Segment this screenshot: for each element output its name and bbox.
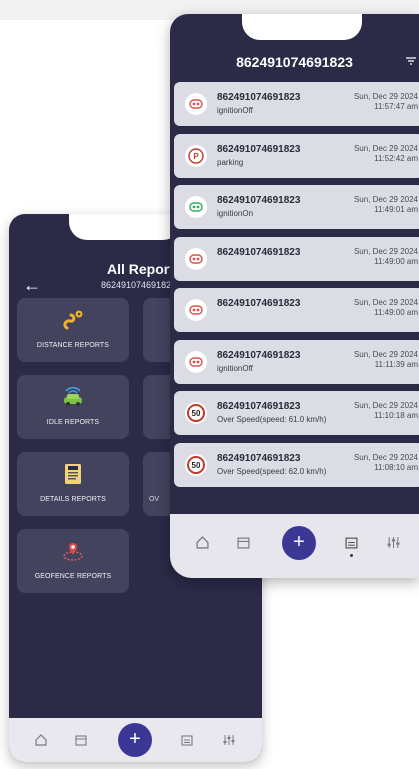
ignition-off-icon bbox=[185, 93, 207, 115]
page-title: 862491074691823 bbox=[236, 54, 353, 70]
phone-notch bbox=[69, 214, 181, 240]
tile-label: IDLE REPORTS bbox=[46, 419, 100, 426]
home-icon[interactable] bbox=[35, 734, 47, 746]
route-pin-icon bbox=[63, 310, 83, 330]
event-device-id: 862491074691823 bbox=[217, 143, 301, 155]
event-card[interactable]: 50 862491074691823 Over Speed(speed: 62.0 … bbox=[174, 442, 419, 487]
calendar-events-icon[interactable] bbox=[181, 734, 193, 746]
event-card[interactable]: 862491074691823 ignitionOff Sun, Dec 29 20… bbox=[174, 82, 419, 126]
event-device-id: 862491074691823 bbox=[217, 195, 301, 206]
event-date: Sun, Dec 29 2024 bbox=[353, 349, 418, 359]
event-date: Sun, Dec 29 2024 bbox=[353, 401, 418, 410]
tile-label: DISTANCE REPORTS bbox=[36, 342, 110, 349]
event-status: ignitionOff bbox=[217, 363, 253, 373]
event-status: parking bbox=[217, 157, 244, 167]
events-phone: 862491074691823 862491074691823 ignitionO… bbox=[170, 14, 419, 578]
event-date: Sun, Dec 29 2024 bbox=[353, 246, 418, 256]
event-card[interactable]: 862491074691823 Sun, Dec 29 2024 11:49:00 … bbox=[174, 236, 419, 281]
event-card[interactable]: P 862491074691823 parking Sun, Dec 29 2024 1… bbox=[174, 133, 419, 178]
event-time: 11:52:42 am bbox=[374, 153, 418, 163]
ignition-on-icon bbox=[185, 196, 207, 218]
tile-label-partial: OV bbox=[149, 496, 160, 503]
event-time: 11:10:18 am bbox=[374, 411, 418, 420]
event-device-id: 862491074691823 bbox=[217, 452, 301, 464]
geofence-pin-icon bbox=[63, 543, 83, 561]
event-time: 11:57:47 am bbox=[374, 102, 418, 111]
event-card[interactable]: 862491074691823 Sun, Dec 29 2024 11:49:00 … bbox=[174, 288, 419, 332]
calendar-events-icon[interactable] bbox=[345, 536, 358, 549]
geofence-reports-tile[interactable]: GEOFENCE REPORTS bbox=[17, 529, 129, 593]
sliders-icon[interactable] bbox=[387, 536, 400, 549]
event-device-id: 862491074691823 bbox=[217, 298, 301, 309]
event-device-id: 862491074691823 bbox=[217, 401, 301, 412]
tile-label: GEOFENCE REPORTS bbox=[34, 573, 112, 580]
calendar-icon[interactable] bbox=[75, 734, 87, 746]
bottom-nav: + bbox=[9, 718, 262, 762]
filter-icon[interactable] bbox=[406, 56, 416, 66]
add-button[interactable]: + bbox=[118, 723, 152, 757]
svg-text:50: 50 bbox=[192, 461, 201, 470]
svg-text:P: P bbox=[193, 152, 199, 161]
event-status: Over Speed(speed: 62.0 km/h) bbox=[217, 466, 327, 476]
back-arrow-icon[interactable]: ← bbox=[23, 276, 41, 294]
active-tab-dot bbox=[350, 554, 353, 557]
event-time: 11:49:00 am bbox=[374, 256, 418, 266]
event-device-id: 862491074691823 bbox=[217, 246, 301, 258]
home-icon[interactable] bbox=[196, 536, 209, 549]
sliders-icon[interactable] bbox=[223, 734, 235, 746]
event-card[interactable]: 50 862491074691823 Over Speed(speed: 61.0 … bbox=[174, 391, 419, 435]
phone-notch bbox=[242, 14, 362, 40]
svg-text:50: 50 bbox=[192, 409, 201, 418]
event-device-id: 862491074691823 bbox=[217, 349, 301, 361]
add-button[interactable]: + bbox=[282, 526, 316, 560]
event-card[interactable]: 862491074691823 ignitionOff Sun, Dec 29 20… bbox=[174, 339, 419, 384]
event-time: 11:08:10 am bbox=[374, 462, 418, 472]
ignition-off-icon bbox=[185, 350, 207, 373]
tile-label: DETAILS REPORTS bbox=[40, 496, 106, 503]
info-document-icon bbox=[65, 464, 81, 484]
event-date: Sun, Dec 29 2024 bbox=[353, 143, 418, 153]
calendar-icon[interactable] bbox=[237, 536, 250, 549]
ignition-off-icon bbox=[185, 247, 207, 270]
event-time: 11:49:01 am bbox=[374, 205, 418, 214]
car-signal-icon bbox=[64, 386, 82, 406]
event-device-id: 862491074691823 bbox=[217, 92, 301, 103]
speed-limit-50-icon: 50 bbox=[185, 453, 207, 476]
event-date: Sun, Dec 29 2024 bbox=[353, 92, 418, 101]
distance-reports-tile[interactable]: DISTANCE REPORTS bbox=[17, 298, 129, 362]
bottom-nav: + bbox=[170, 514, 419, 578]
event-date: Sun, Dec 29 2024 bbox=[353, 452, 418, 462]
parking-icon: P bbox=[185, 144, 207, 167]
event-date: Sun, Dec 29 2024 bbox=[353, 195, 418, 204]
event-date: Sun, Dec 29 2024 bbox=[353, 298, 418, 307]
speed-limit-50-icon: 50 bbox=[185, 402, 207, 424]
idle-reports-tile[interactable]: IDLE REPORTS bbox=[17, 375, 129, 439]
details-reports-tile[interactable]: DETAILS REPORTS bbox=[17, 452, 129, 516]
event-status: Over Speed(speed: 61.0 km/h) bbox=[217, 415, 327, 424]
event-card[interactable]: 862491074691823 ignitionOn Sun, Dec 29 202… bbox=[174, 185, 419, 229]
event-time: 11:11:39 am bbox=[374, 359, 418, 369]
event-status: ignitionOn bbox=[217, 209, 254, 218]
device-id-subtitle: 86249107469182 bbox=[101, 280, 172, 290]
event-status: ignitionOff bbox=[217, 106, 253, 115]
event-time: 11:49:00 am bbox=[374, 308, 418, 317]
ignition-off-icon bbox=[185, 299, 207, 321]
